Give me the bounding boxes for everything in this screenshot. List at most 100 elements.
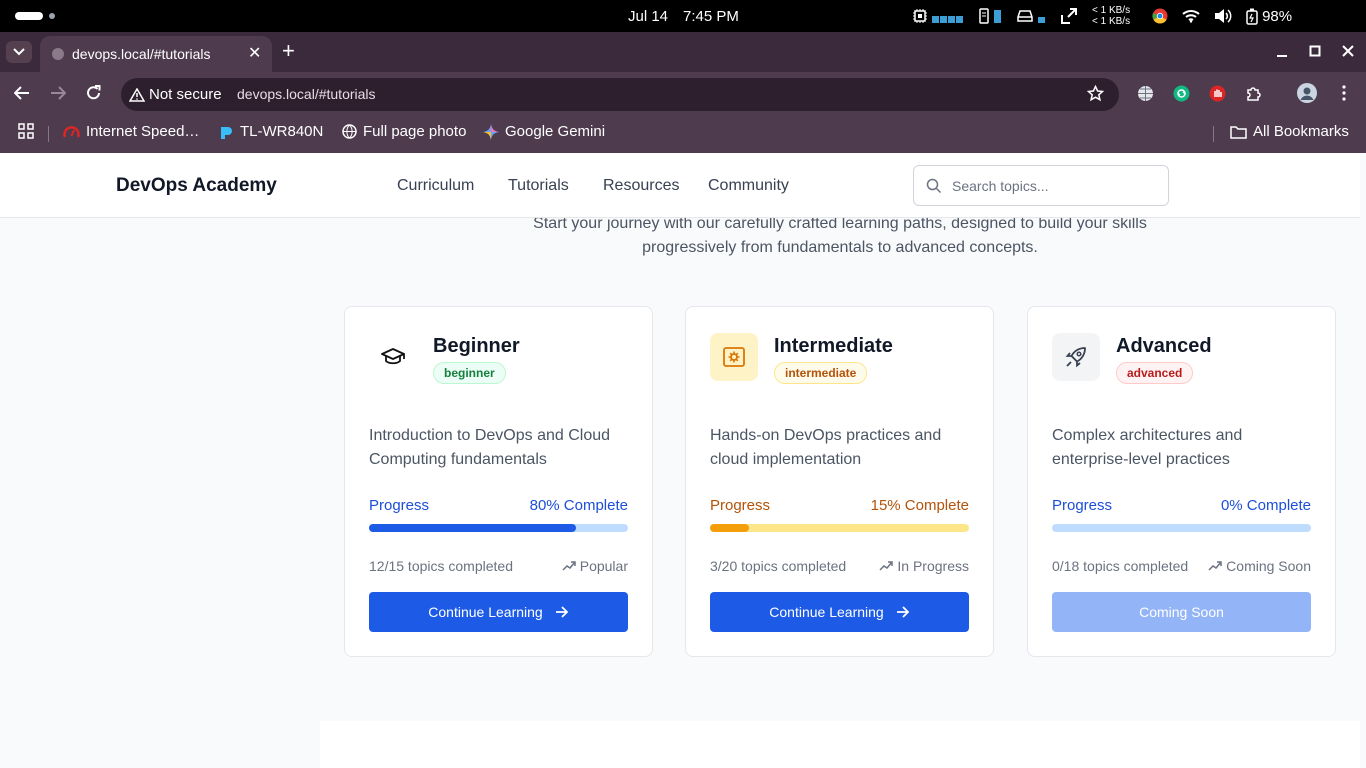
continue-learning-button[interactable]: Continue Learning xyxy=(710,592,969,632)
hand-extension-icon[interactable] xyxy=(1209,85,1226,102)
coming-soon-button[interactable]: Coming Soon xyxy=(1052,592,1311,632)
bookmarks-divider xyxy=(48,126,49,142)
intro-text: Start your journey with our carefully cr… xyxy=(533,215,1147,256)
security-chip[interactable]: Not secure xyxy=(129,86,222,103)
nav-resources[interactable]: Resources xyxy=(603,177,679,195)
site-header: DevOps Academy Curriculum Tutorials Reso… xyxy=(0,153,1360,218)
wifi-icon[interactable] xyxy=(1182,9,1200,23)
new-tab-button[interactable]: + xyxy=(282,40,295,62)
continue-learning-button[interactable]: Continue Learning xyxy=(369,592,628,632)
volume-icon[interactable] xyxy=(1214,8,1232,24)
forward-button[interactable] xyxy=(50,85,66,101)
back-button[interactable] xyxy=(14,85,30,101)
path-card-intermediate: Intermediate intermediate Hands-on DevOp… xyxy=(685,306,994,657)
chrome-icon[interactable] xyxy=(1152,8,1168,24)
battery-icon[interactable] xyxy=(1246,8,1258,25)
card-title: Beginner xyxy=(433,335,520,357)
status-tag: Coming Soon xyxy=(1208,558,1311,574)
cog-box-icon xyxy=(710,333,758,381)
close-window-button[interactable] xyxy=(1342,42,1354,60)
footer-section xyxy=(320,721,1360,768)
status-tag: In Progress xyxy=(879,558,969,574)
bookmark-star-icon[interactable] xyxy=(1087,85,1104,102)
topics-count: 12/15 topics completed xyxy=(369,558,513,574)
bookmark-tl-wr840n[interactable]: TL-WR840N xyxy=(218,123,323,140)
nav-community[interactable]: Community xyxy=(708,177,789,195)
graduation-cap-icon xyxy=(369,333,417,381)
progress-fill xyxy=(369,524,577,532)
card-title: Advanced xyxy=(1116,335,1212,357)
arrow-right-icon xyxy=(896,606,909,618)
level-badge: beginner xyxy=(433,362,506,384)
extensions-puzzle-icon[interactable] xyxy=(1245,85,1263,103)
progress-bar xyxy=(1052,524,1311,532)
maximize-window-button[interactable] xyxy=(1309,42,1321,60)
browser-tab-bar: devops.local/#tutorials ✕ + xyxy=(0,32,1366,72)
site-logo[interactable]: DevOps Academy xyxy=(116,175,277,197)
path-card-advanced: Advanced advanced Complex architectures … xyxy=(1027,306,1336,657)
chevron-down-icon xyxy=(13,48,25,56)
bookmarks-divider-right xyxy=(1213,126,1214,142)
browser-toolbar: Not secure devops.local/#tutorials xyxy=(0,72,1366,116)
bookmark-google-gemini[interactable]: Google Gemini xyxy=(483,123,605,140)
card-description: Hands-on DevOps practices and cloud impl… xyxy=(710,427,942,468)
reload-button[interactable] xyxy=(86,85,102,101)
tab-search-button[interactable] xyxy=(6,41,32,63)
warning-icon xyxy=(129,87,145,102)
bookmark-full-page-photo[interactable]: Full page photo xyxy=(342,123,466,140)
green-extension-icon[interactable] xyxy=(1173,85,1190,102)
gemini-sparkle-icon xyxy=(483,123,499,140)
os-date[interactable]: Jul 14 xyxy=(628,8,668,25)
url-text[interactable]: devops.local/#tutorials xyxy=(237,86,376,102)
search-box[interactable] xyxy=(913,165,1169,206)
minimize-window-button[interactable] xyxy=(1276,42,1288,60)
topics-count: 3/20 topics completed xyxy=(710,558,847,574)
nav-curriculum[interactable]: Curriculum xyxy=(397,177,474,195)
cpu-monitor-icon xyxy=(912,8,964,24)
os-time[interactable]: 7:45 PM xyxy=(683,8,739,25)
os-status-bar: Jul 14 7:45 PM < 1 KB/s < 1 KB/s 98% xyxy=(0,0,1366,32)
memory-monitor-icon xyxy=(978,8,1002,24)
progress-value: 0% Complete xyxy=(1220,497,1311,514)
arrow-right-icon xyxy=(555,606,568,618)
battery-level: 98% xyxy=(1262,7,1293,25)
nav-tutorials[interactable]: Tutorials xyxy=(508,177,569,195)
all-bookmarks-button[interactable]: All Bookmarks xyxy=(1230,123,1349,140)
progress-bar xyxy=(710,524,969,532)
card-description: Introduction to DevOps and Cloud Computi… xyxy=(369,427,611,468)
address-bar[interactable]: Not secure devops.local/#tutorials xyxy=(121,78,1119,111)
progress-label: Progress xyxy=(710,497,771,514)
status-tag: Popular xyxy=(562,558,628,574)
browser-tab-active[interactable]: devops.local/#tutorials ✕ xyxy=(40,36,272,72)
network-speed: < 1 KB/s < 1 KB/s xyxy=(1092,5,1131,27)
bookmark-internet-speed[interactable]: Internet Speed… xyxy=(63,123,199,140)
progress-label: Progress xyxy=(1052,497,1113,514)
trending-up-icon xyxy=(879,561,894,571)
rocket-icon xyxy=(1052,333,1100,381)
tab-title: devops.local/#tutorials xyxy=(72,46,211,62)
search-input[interactable] xyxy=(952,175,1152,197)
trending-up-icon xyxy=(1208,561,1222,571)
bookmarks-bar: Internet Speed… TL-WR840N Full page phot… xyxy=(0,116,1366,153)
card-description: Complex architectures and enterprise-lev… xyxy=(1052,427,1243,468)
level-badge: advanced xyxy=(1116,362,1194,384)
progress-value: 15% Complete xyxy=(870,497,969,514)
close-tab-icon[interactable]: ✕ xyxy=(248,46,261,62)
search-icon xyxy=(926,178,942,194)
page-content: Start your journey with our carefully cr… xyxy=(0,153,1366,768)
path-card-beginner: Beginner beginner Introduction to DevOps… xyxy=(344,306,653,657)
globe-icon xyxy=(52,48,64,60)
browser-menu-icon[interactable] xyxy=(1342,85,1346,101)
router-icon xyxy=(221,126,232,139)
translate-extension-icon[interactable] xyxy=(1137,85,1154,102)
activities-indicator[interactable] xyxy=(15,12,43,20)
profile-avatar[interactable] xyxy=(1297,83,1317,103)
level-badge: intermediate xyxy=(774,362,868,384)
workspace-dot xyxy=(49,13,55,19)
topics-count: 0/18 topics completed xyxy=(1052,558,1189,574)
apps-grid-icon[interactable] xyxy=(18,123,34,139)
disk-monitor-icon xyxy=(1016,9,1046,23)
network-monitor-icon xyxy=(1060,7,1078,25)
progress-bar xyxy=(369,524,628,532)
card-title: Intermediate xyxy=(774,335,893,357)
